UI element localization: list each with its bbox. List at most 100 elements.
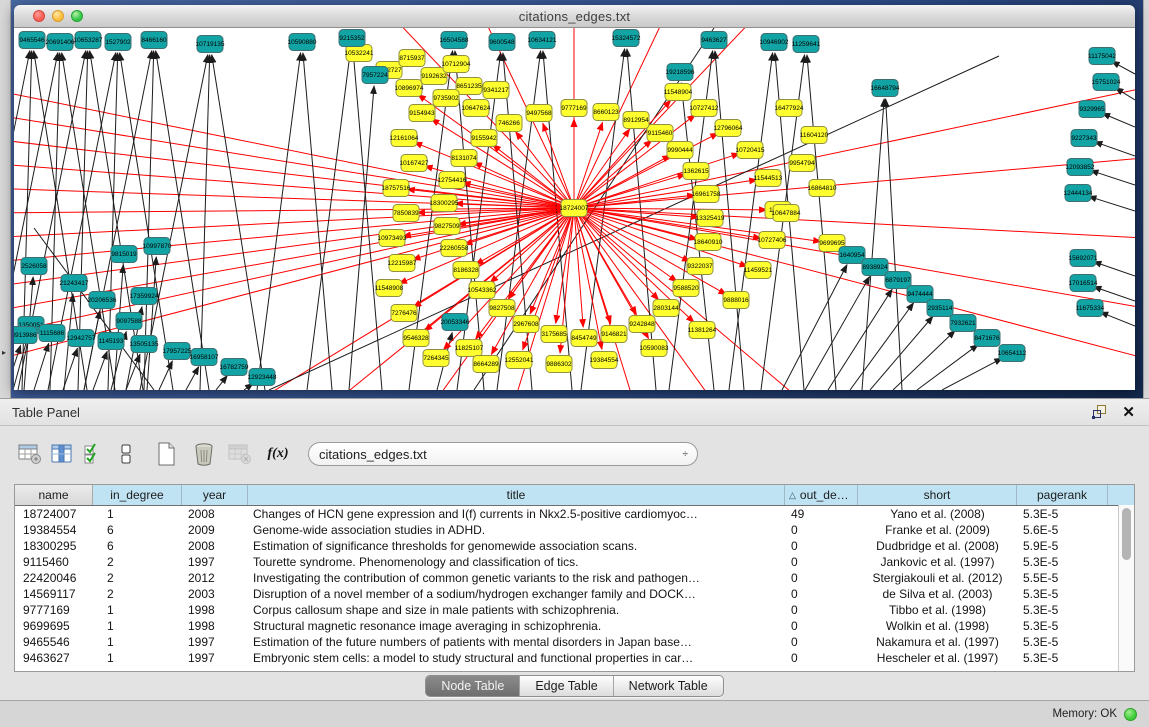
graph-node[interactable]: 8466160 <box>141 32 167 49</box>
row-height-button[interactable] <box>110 439 142 469</box>
new-document-button[interactable] <box>150 439 182 469</box>
graph-node[interactable]: 10896974 <box>395 80 424 97</box>
table-row[interactable]: 969969511998Structural magnetic resonanc… <box>15 618 1134 634</box>
graph-node[interactable]: 16961758 <box>692 186 721 203</box>
graph-node[interactable]: 10634121 <box>528 32 557 49</box>
graph-node[interactable]: 9227343 <box>1071 130 1097 147</box>
column-header-title[interactable]: title <box>248 485 785 505</box>
graph-node[interactable]: 12796064 <box>714 120 743 137</box>
graph-node[interactable]: 18757516 <box>382 180 411 197</box>
graph-node[interactable]: 9886302 <box>546 356 572 373</box>
graph-node[interactable]: 13325419 <box>696 210 725 227</box>
column-header-out_degree[interactable]: △out_de… <box>785 485 858 505</box>
network-canvas[interactable]: 1872400797771699497568746266915594281310… <box>14 28 1135 390</box>
column-header-year[interactable]: year <box>182 485 248 505</box>
graph-node[interactable]: 7276476 <box>391 305 417 322</box>
graph-node[interactable]: 10997870 <box>143 238 172 255</box>
graph-node[interactable]: 1145193 <box>98 333 124 350</box>
graph-node[interactable]: 9827508 <box>489 300 515 317</box>
graph-node[interactable]: 18300295 <box>430 195 459 212</box>
graph-node[interactable]: 10973493 <box>378 230 407 247</box>
table-select-dropdown[interactable]: citations_edges.txt ÷ <box>308 442 698 466</box>
graph-node[interactable]: 3913986 <box>14 327 37 344</box>
graph-node[interactable]: 9546328 <box>403 330 429 347</box>
graph-node[interactable]: 16648794 <box>871 80 900 97</box>
graph-node[interactable]: 20053346 <box>441 314 470 331</box>
graph-node[interactable]: 9146821 <box>601 326 627 343</box>
tab-edge-table[interactable]: Edge Table <box>520 676 613 696</box>
graph-node[interactable]: 15751024 <box>1092 74 1121 91</box>
table-row[interactable]: 1938455462009Genome-wide association stu… <box>15 522 1134 538</box>
graph-node[interactable]: 20206536 <box>88 292 117 309</box>
scrollbar-thumb[interactable] <box>1122 508 1131 560</box>
graph-node[interactable]: 9215352 <box>339 30 365 47</box>
graph-node[interactable]: 9115460 <box>647 125 673 142</box>
network-window-titlebar[interactable]: citations_edges.txt <box>14 5 1135 28</box>
graph-node[interactable]: 8471676 <box>974 330 1000 347</box>
graph-node[interactable]: 12161064 <box>390 130 419 147</box>
graph-node[interactable]: 13505135 <box>130 336 159 353</box>
table-row[interactable]: 946554611997Estimation of the future num… <box>15 634 1134 650</box>
graph-node[interactable]: 2526058 <box>21 258 47 275</box>
table-row[interactable]: 946362711997Embryonic stem cells: a mode… <box>15 650 1134 666</box>
graph-node[interactable]: 11259641 <box>792 36 821 53</box>
table-row[interactable]: 977716911998Corpus callosum shape and si… <box>15 602 1134 618</box>
graph-node[interactable]: 12444134 <box>1064 185 1093 202</box>
graph-node[interactable]: 8715937 <box>399 50 425 67</box>
graph-node[interactable]: 16477924 <box>775 100 804 117</box>
graph-node[interactable]: 11548908 <box>375 280 404 297</box>
column-visibility-button[interactable] <box>46 439 78 469</box>
graph-node[interactable]: 1527902 <box>105 34 131 51</box>
graph-node[interactable]: 10543362 <box>468 282 497 299</box>
table-vertical-scrollbar[interactable] <box>1118 505 1134 671</box>
column-header-in_degree[interactable]: in_degree <box>93 485 182 505</box>
table-row[interactable]: 1830029562008Estimation of significance … <box>15 538 1134 554</box>
graph-node[interactable]: 10647884 <box>772 205 801 222</box>
graph-node[interactable]: 16864810 <box>808 180 837 197</box>
graph-node[interactable]: 746266 <box>496 115 522 132</box>
graph-node[interactable]: 9777169 <box>561 100 587 117</box>
graph-node[interactable]: 9242848 <box>629 316 655 333</box>
graph-node[interactable]: 9155942 <box>471 130 497 147</box>
graph-node[interactable]: 7850839 <box>393 205 419 222</box>
graph-node[interactable]: 18640910 <box>694 234 723 251</box>
graph-node[interactable]: 9888016 <box>723 292 749 309</box>
graph-node[interactable]: 7957224 <box>362 67 388 84</box>
graph-node[interactable]: 10167427 <box>400 155 429 172</box>
graph-node[interactable]: 9497568 <box>526 105 552 122</box>
zoom-button[interactable] <box>71 10 83 22</box>
graph-node[interactable]: 9735902 <box>433 90 459 107</box>
graph-node[interactable]: 9954794 <box>789 155 815 172</box>
memory-status-indicator[interactable] <box>1124 708 1137 721</box>
graph-node[interactable]: 17957225 <box>163 343 192 360</box>
graph-node[interactable]: 10719135 <box>196 36 225 53</box>
graph-node[interactable]: 7264345 <box>423 350 449 367</box>
graph-node[interactable]: 8454749 <box>571 330 597 347</box>
graph-node[interactable]: 11459521 <box>744 262 773 279</box>
graph-node[interactable]: 10654112 <box>998 345 1027 362</box>
graph-node[interactable]: 7932621 <box>950 315 976 332</box>
graph-node[interactable]: 9465546 <box>19 32 45 49</box>
column-header-name[interactable]: name <box>15 485 93 505</box>
graph-node[interactable]: 1362615 <box>683 163 709 180</box>
tab-node-table[interactable]: Node Table <box>426 676 520 696</box>
graph-node[interactable]: 12093852 <box>1066 159 1095 176</box>
graph-node[interactable]: 11548904 <box>664 84 693 101</box>
graph-node[interactable]: 9600548 <box>489 34 515 51</box>
graph-node[interactable]: 12942757 <box>67 330 96 347</box>
graph-node[interactable]: 16958107 <box>190 349 219 366</box>
graph-node[interactable]: 20691406 <box>46 34 75 51</box>
column-header-pagerank[interactable]: pagerank <box>1017 485 1108 505</box>
table-row[interactable]: 2242004622012Investigating the contribut… <box>15 570 1134 586</box>
graph-node[interactable]: 6879197 <box>885 272 911 289</box>
graph-node[interactable]: 11175042 <box>1088 48 1116 65</box>
graph-node[interactable]: 9154943 <box>409 105 435 122</box>
graph-node[interactable]: 17359924 <box>130 288 159 305</box>
graph-node[interactable]: 11604120 <box>800 127 829 144</box>
graph-node[interactable]: 12215987 <box>388 255 417 272</box>
collapse-panel-arrow-icon[interactable]: ▸ <box>2 348 6 357</box>
graph-node[interactable]: 9097588 <box>116 313 142 330</box>
graph-node[interactable]: 2803144 <box>653 300 679 317</box>
close-button[interactable] <box>33 10 45 22</box>
delete-button[interactable] <box>188 439 220 469</box>
